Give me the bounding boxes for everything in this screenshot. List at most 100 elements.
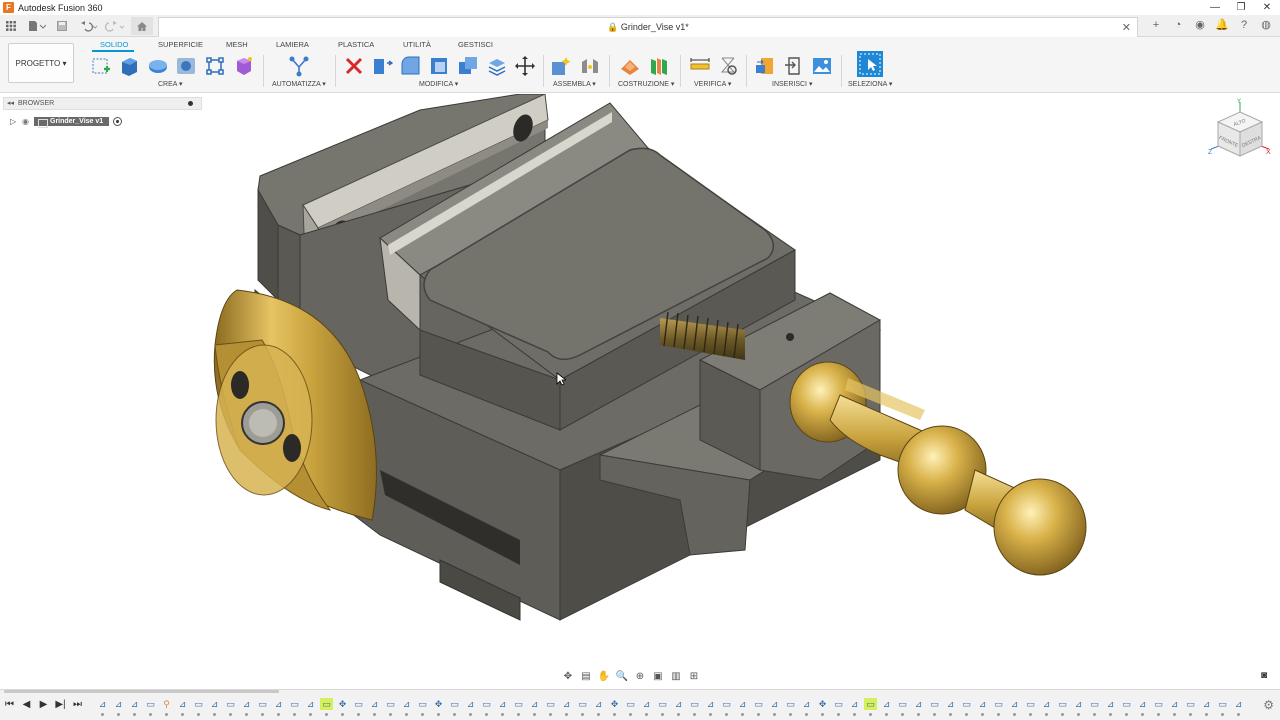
activate-component-icon[interactable] xyxy=(113,116,123,126)
timeline-sketch-icon[interactable]: ⊿ xyxy=(272,698,285,716)
timeline-extrude-icon[interactable]: ▭ xyxy=(688,698,701,716)
revolve-icon[interactable] xyxy=(147,55,169,77)
group-verifica[interactable]: VERIFICA ▾ xyxy=(694,80,731,88)
go-to-end-icon[interactable]: ⏭ xyxy=(72,699,83,710)
timeline-extrude-icon[interactable]: ▭ xyxy=(992,698,1005,716)
automate-icon[interactable] xyxy=(288,55,310,77)
pattern-icon[interactable] xyxy=(204,55,226,77)
close-tab-icon[interactable]: ✕ xyxy=(1122,21,1131,34)
timeline-sketch-icon[interactable]: ⊿ xyxy=(96,698,109,716)
timeline-extrude-icon[interactable]: ▭ xyxy=(752,698,765,716)
viewcube[interactable]: ALTO FRONTE DESTRA Z X Y xyxy=(1205,96,1275,166)
step-back-icon[interactable]: ◀ xyxy=(21,699,32,710)
group-modifica[interactable]: MODIFICA ▾ xyxy=(419,80,458,88)
timeline-move-icon[interactable]: ✥ xyxy=(432,698,445,716)
joint-icon[interactable] xyxy=(579,55,601,77)
timeline-sketch-icon[interactable]: ⊿ xyxy=(560,698,573,716)
zoom-icon[interactable]: 🔍 xyxy=(614,671,630,682)
root-component-label[interactable]: Grinder_Vise v1 xyxy=(34,116,110,128)
interference-icon[interactable] xyxy=(718,55,740,77)
timeline-sketch-icon[interactable]: ⊿ xyxy=(800,698,813,716)
grid-settings-icon[interactable]: ▥ xyxy=(668,671,684,682)
tab-superficie[interactable]: SUPERFICIE xyxy=(158,40,203,49)
timeline-extrude-icon[interactable]: ▭ xyxy=(864,698,877,716)
timeline-extrude-icon[interactable]: ▭ xyxy=(448,698,461,716)
timeline-sketch-icon[interactable]: ⊿ xyxy=(528,698,541,716)
timeline-extrude-icon[interactable]: ▭ xyxy=(384,698,397,716)
timeline-extrude-icon[interactable]: ▭ xyxy=(960,698,973,716)
viewports-icon[interactable]: ⊞ xyxy=(686,671,702,682)
expand-arrow-icon[interactable]: ▷ xyxy=(10,117,22,126)
step-forward-icon[interactable]: ▶| xyxy=(55,699,66,710)
timeline-sketch-icon[interactable]: ⊿ xyxy=(1104,698,1117,716)
timeline-sketch-icon[interactable]: ⊿ xyxy=(1232,698,1245,716)
offset-plane-icon[interactable] xyxy=(619,55,641,77)
timeline-extrude-icon[interactable]: ▭ xyxy=(544,698,557,716)
help-icon[interactable]: ? xyxy=(1236,17,1252,33)
fit-icon[interactable]: ⊕ xyxy=(632,671,648,682)
timeline-sketch-icon[interactable]: ⊿ xyxy=(848,698,861,716)
offset-faces-icon[interactable] xyxy=(486,55,508,77)
comments-icon[interactable]: ◙ xyxy=(1261,670,1267,681)
home-icon[interactable] xyxy=(131,17,153,35)
timeline-sketch-icon[interactable]: ⊿ xyxy=(128,698,141,716)
group-automatizza[interactable]: AUTOMATIZZA ▾ xyxy=(272,80,326,88)
maximize-button[interactable]: ❐ xyxy=(1228,0,1254,15)
pan-icon[interactable]: ✋ xyxy=(596,671,612,682)
timeline-extrude-icon[interactable]: ▭ xyxy=(144,698,157,716)
timeline-sketch-icon[interactable]: ⊿ xyxy=(704,698,717,716)
timeline-sketch-icon[interactable]: ⊿ xyxy=(496,698,509,716)
timeline-extrude-icon[interactable]: ▭ xyxy=(512,698,525,716)
timeline-sketch-icon[interactable]: ⊿ xyxy=(1200,698,1213,716)
document-tab[interactable]: 🔒 Grinder_Vise v1* ✕ xyxy=(158,17,1138,37)
browser-pin-icon[interactable] xyxy=(188,101,193,106)
extrude-icon[interactable] xyxy=(118,55,140,77)
create-form-icon[interactable] xyxy=(233,55,255,77)
save-icon[interactable] xyxy=(57,18,67,34)
timeline-sketch-icon[interactable]: ⊿ xyxy=(1008,698,1021,716)
timeline-extrude-icon[interactable]: ▭ xyxy=(896,698,909,716)
timeline-sketch-icon[interactable]: ⊿ xyxy=(640,698,653,716)
timeline-extrude-icon[interactable]: ▭ xyxy=(320,698,333,716)
new-tab-icon[interactable]: + xyxy=(1148,17,1164,33)
timeline-settings-icon[interactable]: ⚙ xyxy=(1263,698,1274,712)
undo-icon[interactable] xyxy=(80,18,98,34)
canvas-viewport[interactable] xyxy=(0,93,1280,689)
tab-lamiera[interactable]: LAMIERA xyxy=(276,40,309,49)
timeline-extrude-icon[interactable]: ▭ xyxy=(1184,698,1197,716)
timeline-sketch-icon[interactable]: ⊿ xyxy=(400,698,413,716)
tab-utilita[interactable]: UTILITÀ xyxy=(403,40,431,49)
close-window-button[interactable]: ✕ xyxy=(1254,0,1280,15)
insert-mesh-icon[interactable] xyxy=(783,55,805,77)
hole-icon[interactable] xyxy=(175,55,197,77)
delete-icon[interactable] xyxy=(343,55,365,77)
timeline-extrude-icon[interactable]: ▭ xyxy=(480,698,493,716)
measure-icon[interactable] xyxy=(689,55,711,77)
timeline-extrude-icon[interactable]: ▭ xyxy=(720,698,733,716)
timeline-extrude-icon[interactable]: ▭ xyxy=(656,698,669,716)
timeline-extrude-icon[interactable]: ▭ xyxy=(928,698,941,716)
timeline-sketch-icon[interactable]: ⊿ xyxy=(112,698,125,716)
timeline-extrude-icon[interactable]: ▭ xyxy=(1056,698,1069,716)
timeline-joint-icon[interactable]: ⚲ xyxy=(160,698,173,716)
timeline-sketch-icon[interactable]: ⊿ xyxy=(176,698,189,716)
job-status-icon[interactable]: ◉ xyxy=(1192,17,1208,33)
new-component-icon[interactable] xyxy=(550,55,572,77)
timeline-sketch-icon[interactable]: ⊿ xyxy=(736,698,749,716)
timeline-extrude-icon[interactable]: ▭ xyxy=(1152,698,1165,716)
tab-solido[interactable]: SOLIDO xyxy=(100,40,128,49)
timeline-sketch-icon[interactable]: ⊿ xyxy=(464,698,477,716)
browser-root-item[interactable]: ▷ ◉ Grinder_Vise v1 xyxy=(10,115,123,128)
redo-icon[interactable] xyxy=(104,18,126,34)
timeline-extrude-icon[interactable]: ▭ xyxy=(784,698,797,716)
timeline-sketch-icon[interactable]: ⊿ xyxy=(304,698,317,716)
timeline-sketch-icon[interactable]: ⊿ xyxy=(672,698,685,716)
timeline-sketch-icon[interactable]: ⊿ xyxy=(768,698,781,716)
timeline-extrude-icon[interactable]: ▭ xyxy=(832,698,845,716)
group-assembla[interactable]: ASSEMBLA ▾ xyxy=(553,80,596,88)
timeline-sketch-icon[interactable]: ⊿ xyxy=(208,698,221,716)
collapse-browser-icon[interactable]: ◂◂ xyxy=(7,98,14,110)
user-avatar[interactable]: ◍ xyxy=(1258,17,1274,33)
display-settings-icon[interactable]: ▣ xyxy=(650,671,666,682)
timeline-extrude-icon[interactable]: ▭ xyxy=(1088,698,1101,716)
